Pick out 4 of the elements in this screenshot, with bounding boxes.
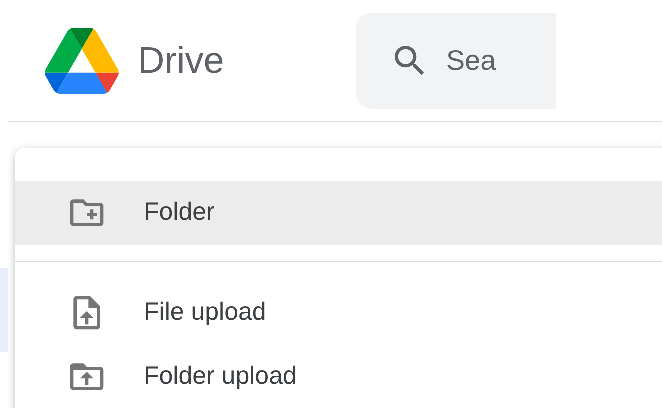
drive-logo-icon [44,28,120,94]
app-name: Drive [138,38,224,83]
search-field[interactable]: Sea [356,12,556,108]
menu-item[interactable]: Folder [15,181,662,245]
